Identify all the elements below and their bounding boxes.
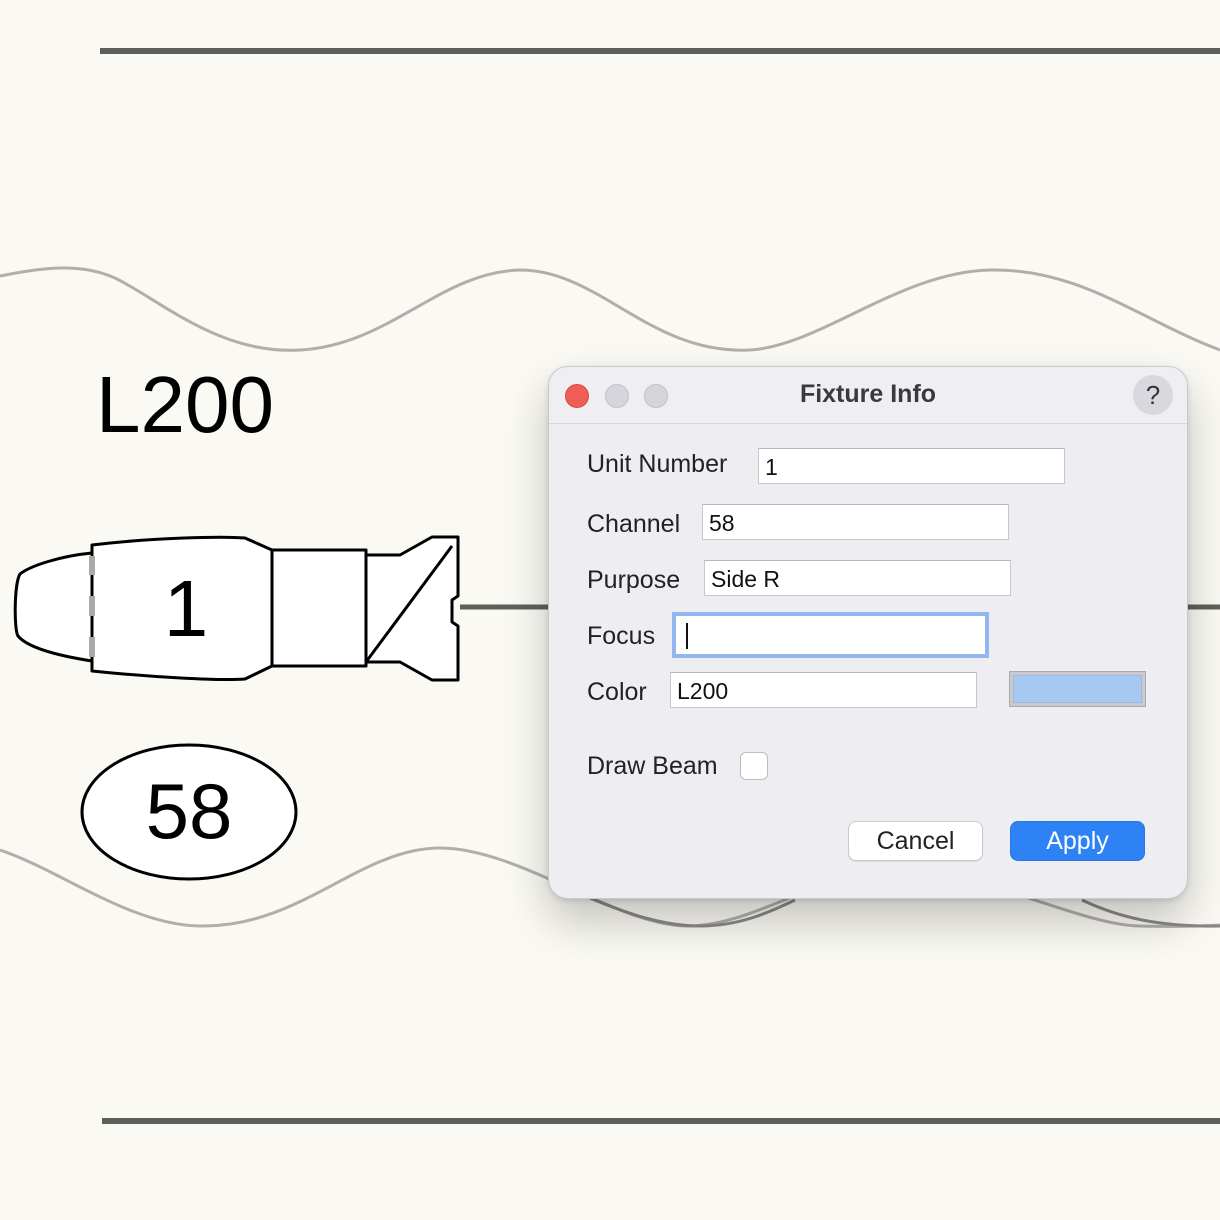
cancel-button[interactable]: Cancel [848,821,983,861]
channel-bubble-number: 58 [146,767,233,855]
upper-wave-line [0,266,1220,352]
purpose-field[interactable] [704,560,1011,596]
lower-wave-segment [1081,898,1220,928]
dialog-title: Fixture Info [799,380,937,408]
lower-wave-segment [589,896,796,928]
fixture-color-label: L200 [96,360,274,449]
draw-beam-checkbox[interactable] [740,752,768,780]
color-swatch [1013,675,1142,703]
help-button[interactable]: ? [1133,375,1173,415]
unit-number-field[interactable] [758,448,1065,484]
channel-label: Channel [587,510,681,538]
question-mark-icon: ? [1145,380,1161,410]
purpose-label: Purpose [587,566,681,594]
fixture-unit-number: 1 [164,564,209,653]
focus-field[interactable] [676,616,985,654]
dialog-titlebar[interactable]: Fixture Info ? [549,367,1187,424]
color-swatch-button[interactable] [1009,671,1146,707]
unit-number-label: Unit Number [587,450,728,478]
text-caret [686,623,688,649]
color-field[interactable] [670,672,977,708]
ellipsoidal-fixture-icon[interactable] [13,535,460,682]
color-label: Color [587,678,647,706]
channel-field[interactable] [702,504,1009,540]
draw-beam-label: Draw Beam [587,752,718,780]
apply-button[interactable]: Apply [1010,821,1145,861]
fixture-info-dialog: Fixture Info ? Unit Number Channel Purpo… [548,366,1188,899]
focus-label: Focus [587,622,656,650]
